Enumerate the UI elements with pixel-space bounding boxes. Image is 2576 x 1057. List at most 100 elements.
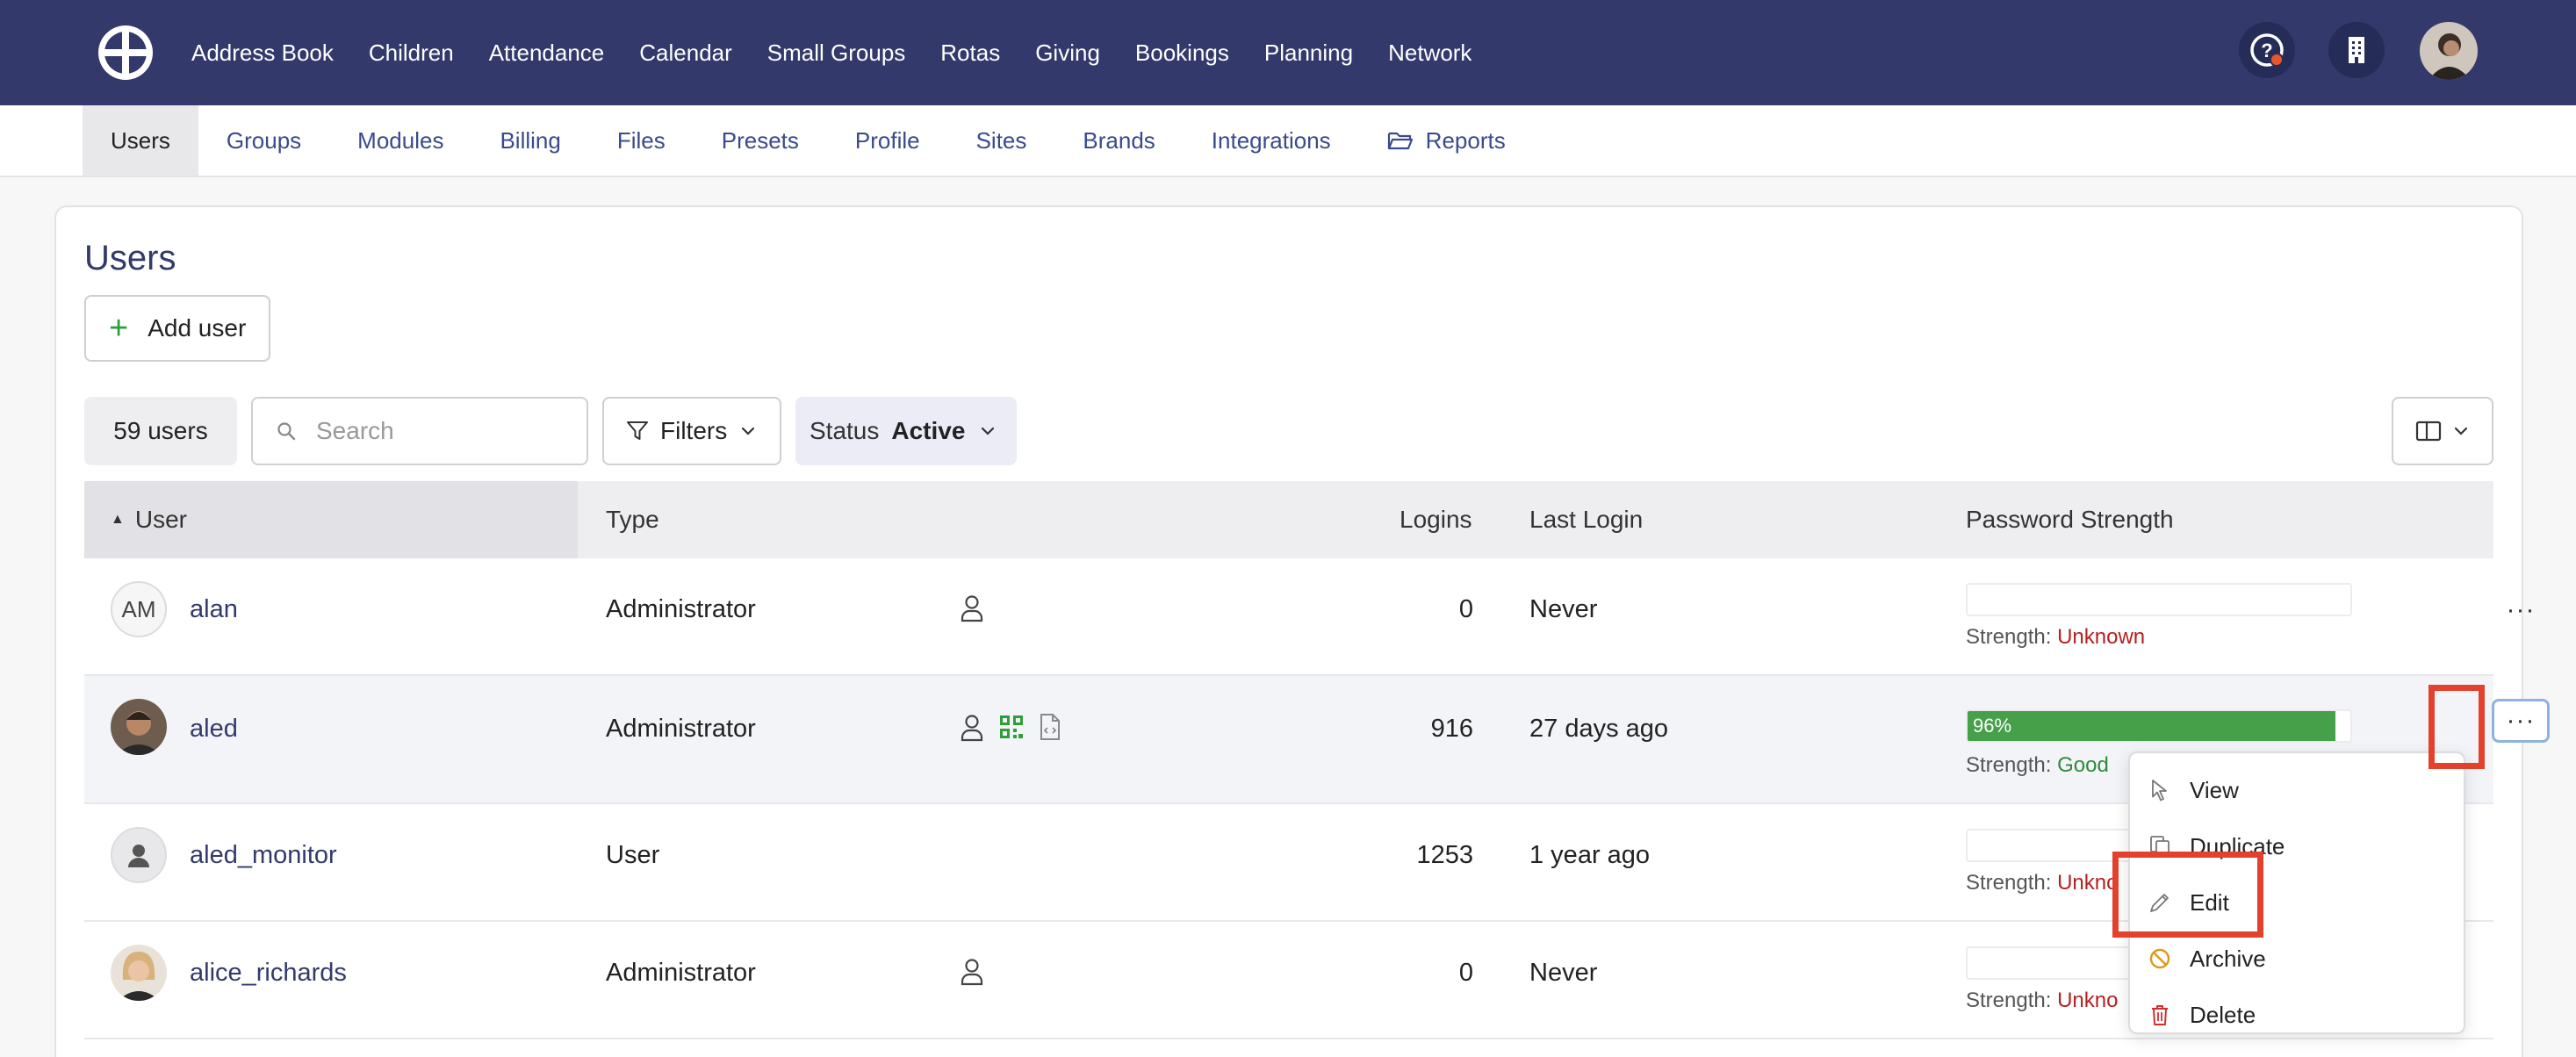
tab-integrations[interactable]: Integrations [1184,105,1359,176]
menu-item-view[interactable]: View [2130,762,2464,818]
strength-bar: 96% [1966,709,2352,743]
column-type[interactable]: Type [606,481,659,558]
funnel-icon [627,421,648,440]
help-button[interactable]: ? [2239,22,2295,78]
strength-prefix: Strength: [1966,625,2052,649]
logo-icon[interactable] [97,24,155,82]
menu-item-archive[interactable]: Archive [2130,931,2464,987]
profile-photo-icon [2420,22,2478,80]
top-navbar: Address Book Children Attendance Calenda… [0,0,2576,105]
menu-item-duplicate[interactable]: Duplicate [2130,818,2464,874]
strength-value: Unkno [2057,871,2119,895]
search-icon [277,422,296,441]
last-login: Never [1529,959,1598,987]
search-input[interactable] [316,417,562,445]
tab-files[interactable]: Files [589,105,694,176]
tab-groups[interactable]: Groups [198,105,329,176]
chevron-down-icon [742,427,755,435]
tab-profile[interactable]: Profile [827,105,948,176]
nav-small-groups[interactable]: Small Groups [767,40,906,67]
username-link[interactable]: alice_richards [190,959,347,988]
strength-value: Unknown [2057,625,2146,649]
menu-item-label: Archive [2190,945,2266,972]
login-count: 916 [1430,715,1473,743]
strength-prefix: Strength: [1966,753,2052,777]
strength-label: Strength: Unknown [1966,625,2145,650]
tab-billing[interactable]: Billing [471,105,588,176]
login-count: 0 [1458,959,1473,987]
person-icon [961,959,983,986]
last-login: 27 days ago [1529,715,1669,743]
user-type: User [606,841,660,869]
column-password-strength[interactable]: Password Strength [1966,481,2174,558]
organisation-button[interactable] [2328,22,2385,78]
building-icon [2349,37,2364,63]
avatar: AM [111,581,167,637]
nav-children[interactable]: Children [369,40,454,67]
username-link[interactable]: aled [190,715,238,744]
nav-bookings[interactable]: Bookings [1135,40,1229,67]
copy-icon [2150,836,2169,857]
strength-label: Strength: Unkno [1966,871,2118,895]
add-user-button[interactable]: + Add user [84,295,270,362]
avatar [111,945,167,1001]
strength-label: Strength: Good [1966,753,2109,778]
user-avatar[interactable] [2420,22,2478,80]
person-icon [961,595,983,622]
qr-code-icon [1000,715,1023,738]
login-count: 0 [1458,595,1473,623]
menu-item-edit[interactable]: Edit [2130,874,2464,931]
nav-rotas[interactable]: Rotas [940,40,1000,67]
user-count: 59 users [84,397,237,465]
column-logins[interactable]: Logins [1400,481,1472,558]
strength-bar [1966,583,2352,616]
user-type: Administrator [606,595,756,623]
filters-label: Filters [660,417,728,444]
nav-planning[interactable]: Planning [1264,40,1353,67]
tab-brands[interactable]: Brands [1054,105,1183,176]
pencil-icon [2150,894,2169,912]
column-user[interactable]: ▲ User [84,481,578,558]
row-actions-menu: View Duplicate Edit Archive Delete [2128,751,2465,1034]
document-code-icon [1040,714,1060,740]
menu-item-delete[interactable]: Delete [2130,987,2464,1043]
status-filter[interactable]: Status Active [795,397,1017,465]
settings-subnav: Users Groups Modules Billing Files Prese… [0,105,2576,177]
tab-reports[interactable]: Reports [1359,105,1534,176]
strength-label: Strength: Unkno [1966,989,2118,1013]
tab-modules[interactable]: Modules [329,105,471,176]
tab-presets[interactable]: Presets [694,105,827,176]
trash-icon [2152,1005,2168,1025]
more-icon: ··· [2506,706,2536,735]
nav-network[interactable]: Network [1388,40,1471,67]
user-type: Administrator [606,959,756,987]
nav-calendar[interactable]: Calendar [639,40,732,67]
search-field[interactable] [251,397,588,465]
plus-icon: + [109,310,129,347]
strength-value: Good [2057,753,2109,777]
avatar [111,699,167,755]
table-header: ▲ User Type Logins Last Login Password S… [84,481,2493,558]
username-link[interactable]: alan [190,595,238,624]
ban-icon [2149,948,2170,969]
column-last-login[interactable]: Last Login [1529,481,1643,558]
filters-button[interactable]: Filters [602,397,781,465]
avatar [111,827,167,883]
nav-attendance[interactable]: Attendance [489,40,605,67]
username-link[interactable]: aled_monitor [190,841,337,870]
menu-item-label: Delete [2190,1001,2256,1028]
column-user-label: User [134,506,187,533]
default-avatar-icon [128,845,149,867]
last-login: Never [1529,595,1598,623]
tab-users[interactable]: Users [83,105,198,176]
row-actions-button[interactable]: ··· [2492,588,2550,632]
folder-open-icon [1387,132,1413,150]
row-actions-button[interactable]: ··· [2492,699,2550,743]
table-row[interactable]: AM alan Administrator 0 Never Strength: … [84,558,2534,676]
nav-address-book[interactable]: Address Book [191,40,334,67]
tab-sites[interactable]: Sites [948,105,1055,176]
columns-button[interactable] [2392,397,2493,465]
nav-giving[interactable]: Giving [1035,40,1100,67]
person-icon [961,715,983,742]
chevron-down-icon [982,427,995,435]
